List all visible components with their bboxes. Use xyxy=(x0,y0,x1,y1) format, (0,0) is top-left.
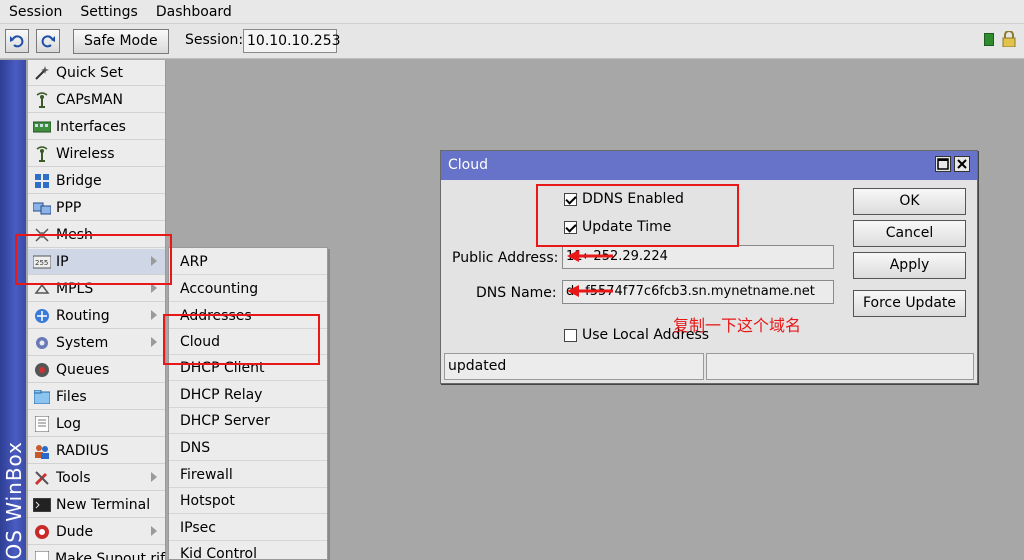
connection-status-icon xyxy=(984,33,994,46)
menu-item-label: Files xyxy=(56,388,87,405)
menu-item-tools[interactable]: Tools xyxy=(28,465,165,491)
menu-item-label: Queues xyxy=(56,361,110,378)
menu-item-label: PPP xyxy=(56,199,82,216)
menu-item-dude[interactable]: Dude xyxy=(28,519,165,545)
apply-button[interactable]: Apply xyxy=(853,252,966,279)
force-update-button[interactable]: Force Update xyxy=(853,290,966,317)
antenna-icon xyxy=(32,145,52,162)
submenu-item-firewall[interactable]: Firewall xyxy=(169,462,327,488)
undo-button[interactable] xyxy=(5,29,29,53)
undo-icon xyxy=(10,35,24,48)
queues-icon xyxy=(32,362,52,378)
menu-item-label: System xyxy=(56,334,109,351)
menu-item-label: Quick Set xyxy=(56,64,124,81)
menu-item-label: Log xyxy=(56,415,82,432)
ok-button[interactable]: OK xyxy=(853,188,966,215)
tools-icon xyxy=(32,470,52,486)
close-icon xyxy=(957,159,967,169)
users-icon xyxy=(32,443,52,459)
menu-item-files[interactable]: Files xyxy=(28,384,165,410)
redo-icon xyxy=(41,35,55,48)
submenu-item-dhcp-server[interactable]: DHCP Server xyxy=(169,408,327,434)
gear-icon xyxy=(32,335,52,351)
submenu-item-accounting[interactable]: Accounting xyxy=(169,276,327,302)
chevron-right-icon xyxy=(151,526,157,536)
menu-item-label: Routing xyxy=(56,307,110,324)
file-icon xyxy=(32,550,51,560)
wand-icon xyxy=(32,65,52,81)
menu-item-radius[interactable]: RADIUS xyxy=(28,438,165,464)
menu-item-interfaces[interactable]: Interfaces xyxy=(28,114,165,140)
chevron-right-icon xyxy=(151,337,157,347)
menu-item-log[interactable]: Log xyxy=(28,411,165,437)
cancel-button[interactable]: Cancel xyxy=(853,220,966,247)
public-address-label: Public Address: xyxy=(452,250,559,266)
menu-dashboard[interactable]: Dashboard xyxy=(147,0,241,24)
menu-item-wireless[interactable]: Wireless xyxy=(28,141,165,167)
menu-item-system[interactable]: System xyxy=(28,330,165,356)
menu-item-label: Tools xyxy=(56,469,91,486)
maximize-icon xyxy=(937,158,949,170)
submenu-item-arp[interactable]: ARP xyxy=(169,249,327,275)
dialog-title[interactable]: Cloud xyxy=(441,151,977,180)
interfaces-icon xyxy=(32,119,52,135)
arrow-left-icon xyxy=(567,285,613,297)
menu-item-queues[interactable]: Queues xyxy=(28,357,165,383)
session-label: Session: xyxy=(185,32,244,48)
menu-item-quick-set[interactable]: Quick Set xyxy=(28,60,165,86)
annotation-box-cloud xyxy=(163,314,320,365)
chevron-right-icon xyxy=(151,472,157,482)
ppp-icon xyxy=(32,200,52,216)
status-text: updated xyxy=(444,353,704,380)
lock-icon xyxy=(1002,31,1016,47)
dude-icon xyxy=(32,524,52,540)
menu-item-label: Wireless xyxy=(56,145,115,162)
menu-item-capsman[interactable]: CAPsMAN xyxy=(28,87,165,113)
session-field[interactable]: 10.10.10.253 xyxy=(243,29,341,53)
log-icon xyxy=(32,415,52,432)
antenna-icon xyxy=(32,91,52,108)
routing-icon xyxy=(32,308,52,324)
ip-submenu: ARP Accounting Addresses Cloud DHCP Clie… xyxy=(168,247,328,560)
maximize-button[interactable] xyxy=(935,156,951,172)
safe-mode-button[interactable]: Safe Mode xyxy=(73,29,169,54)
annotation-text: 复制一下这个域名 xyxy=(673,316,802,335)
submenu-item-dhcp-relay[interactable]: DHCP Relay xyxy=(169,382,327,408)
menu-session[interactable]: Session xyxy=(0,0,71,24)
menu-item-new-terminal[interactable]: New Terminal xyxy=(28,492,165,518)
annotation-box-ddns xyxy=(536,184,739,247)
submenu-item-dns[interactable]: DNS xyxy=(169,435,327,461)
bridge-icon xyxy=(32,173,52,189)
menu-item-label: RADIUS xyxy=(56,442,109,459)
menu-settings[interactable]: Settings xyxy=(71,0,146,24)
menubar: Session Settings Dashboard xyxy=(0,0,1024,24)
submenu-item-hotspot[interactable]: Hotspot xyxy=(169,488,327,514)
checkbox-box xyxy=(564,328,577,342)
menu-item-label: CAPsMAN xyxy=(56,91,123,108)
menu-item-label: Make Supout.rif xyxy=(55,550,165,560)
submenu-item-kid-control[interactable]: Kid Control xyxy=(169,541,327,560)
main-menu: Quick Set CAPsMAN Interfaces Wireless Br… xyxy=(28,60,166,560)
brand-text: OS WinBox xyxy=(2,441,26,560)
close-button[interactable] xyxy=(954,156,970,172)
arrow-left-icon xyxy=(567,250,613,262)
menu-item-label: Interfaces xyxy=(56,118,126,135)
status-panel xyxy=(706,353,974,380)
dns-name-label: DNS Name: xyxy=(476,285,557,301)
toolbar: Safe Mode Session: 10.10.10.253 xyxy=(0,24,1024,59)
menu-item-label: New Terminal xyxy=(56,496,151,513)
menu-item-make-supout[interactable]: Make Supout.rif xyxy=(28,546,165,560)
menu-item-ppp[interactable]: PPP xyxy=(28,195,165,221)
menu-item-label: Dude xyxy=(56,523,94,540)
annotation-box-ip xyxy=(15,234,172,285)
menu-item-routing[interactable]: Routing xyxy=(28,303,165,329)
menu-item-bridge[interactable]: Bridge xyxy=(28,168,165,194)
chevron-right-icon xyxy=(151,310,157,320)
submenu-item-ipsec[interactable]: IPsec xyxy=(169,515,327,541)
redo-button[interactable] xyxy=(36,29,60,53)
folder-icon xyxy=(32,389,52,405)
terminal-icon xyxy=(32,497,52,513)
menu-item-label: Bridge xyxy=(56,172,102,189)
brand-strip: OS WinBox xyxy=(0,60,26,560)
